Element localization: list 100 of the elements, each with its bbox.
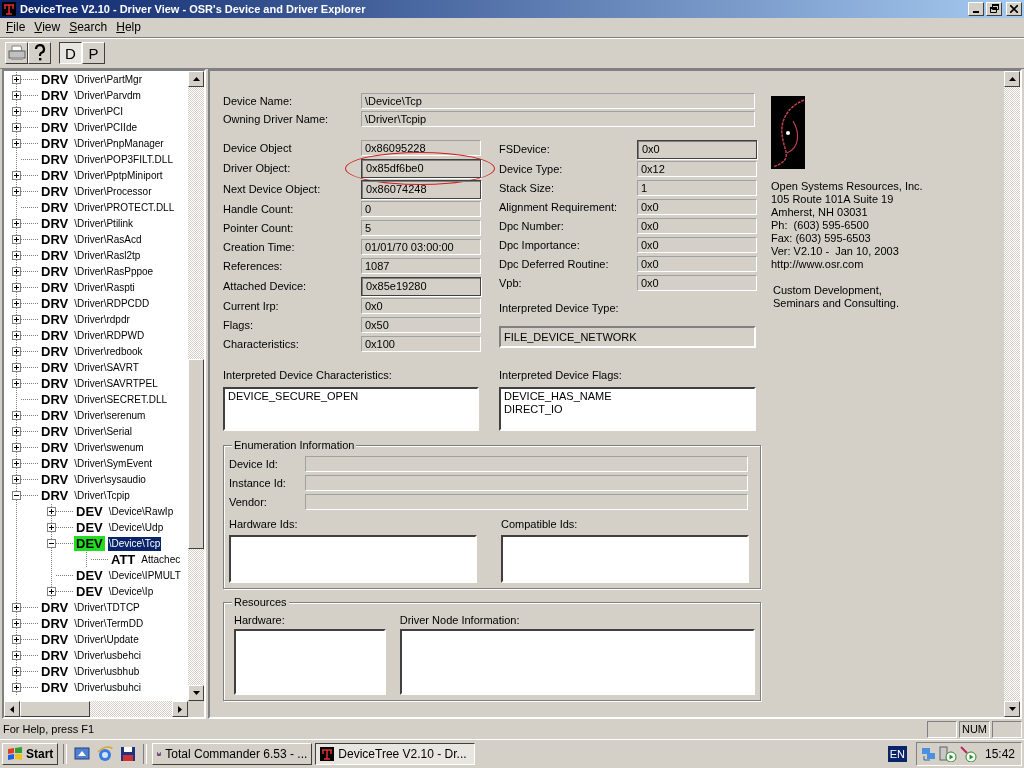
expand-icon[interactable]: [12, 219, 21, 229]
view-toggle-button[interactable]: D: [59, 42, 82, 65]
tree-item[interactable]: \Device\Tcp: [107, 536, 162, 551]
expand-icon[interactable]: [12, 443, 21, 453]
tree-item[interactable]: \Driver\Ptilink: [73, 216, 135, 231]
tree-item[interactable]: \Driver\serenum: [73, 408, 147, 423]
expand-icon[interactable]: [12, 475, 21, 485]
tree-item[interactable]: \Driver\PCI: [73, 104, 125, 119]
list-box[interactable]: [234, 628, 386, 695]
tree-item[interactable]: \Driver\RasPppoe: [73, 264, 155, 279]
expand-icon[interactable]: [12, 379, 21, 389]
tree-item[interactable]: \Driver\PptpMiniport: [73, 168, 164, 183]
expand-icon[interactable]: [12, 459, 21, 469]
scroll-thumb[interactable]: [188, 358, 204, 549]
tree-item[interactable]: \Driver\rdpdr: [73, 312, 131, 327]
expand-icon[interactable]: [12, 347, 21, 357]
expand-icon[interactable]: [12, 411, 21, 421]
tree-item[interactable]: \Driver\Serial: [73, 424, 133, 439]
tree-item[interactable]: \Device\Ip: [107, 584, 155, 599]
tree-item[interactable]: \Device\RawIp: [107, 504, 175, 519]
menu-item[interactable]: View: [30, 20, 66, 35]
tree-item[interactable]: \Device\Udp: [107, 520, 165, 535]
expand-icon[interactable]: [12, 251, 21, 261]
tree-item[interactable]: \Driver\TDTCP: [73, 600, 141, 615]
scroll-up-button[interactable]: [188, 70, 204, 87]
tree-item[interactable]: \Driver\PCIIde: [73, 120, 138, 135]
minimize-button[interactable]: [968, 2, 984, 16]
scroll-down-button[interactable]: [1004, 701, 1020, 718]
list-box[interactable]: DEVICE_SECURE_OPEN: [223, 386, 479, 431]
tree-item[interactable]: \Driver\Update: [73, 632, 140, 647]
start-button[interactable]: Start: [2, 743, 59, 765]
tree-item[interactable]: \Driver\PnpManager: [73, 136, 165, 151]
expand-icon[interactable]: [12, 331, 21, 341]
menu-item[interactable]: File: [2, 20, 31, 35]
tree-item[interactable]: \Driver\RDPCDD: [73, 296, 151, 311]
expand-icon[interactable]: [12, 139, 21, 149]
expand-icon[interactable]: [12, 651, 21, 661]
browser-icon[interactable]: [97, 746, 114, 762]
menu-item[interactable]: Help: [112, 20, 146, 35]
scroll-up-button[interactable]: [1004, 70, 1020, 87]
expand-icon[interactable]: [12, 315, 21, 325]
collapse-icon[interactable]: [12, 491, 21, 501]
expand-icon[interactable]: [12, 635, 21, 645]
restore-button[interactable]: [986, 2, 1002, 16]
taskbar-button[interactable]: DeviceTree V2.10 - Dr...: [315, 743, 476, 765]
close-button[interactable]: [1006, 2, 1022, 16]
expand-icon[interactable]: [12, 363, 21, 373]
help-button[interactable]: [28, 42, 51, 65]
expand-icon[interactable]: [47, 523, 56, 533]
view-toggle-button[interactable]: P: [82, 42, 105, 65]
tree-item[interactable]: \Driver\usbuhci: [73, 680, 142, 695]
tree-item[interactable]: Attachec: [140, 552, 182, 567]
expand-icon[interactable]: [12, 267, 21, 277]
expand-icon[interactable]: [12, 75, 21, 85]
scroll-thumb[interactable]: [20, 701, 90, 718]
tree-item[interactable]: \Driver\swenum: [73, 440, 145, 455]
expand-icon[interactable]: [12, 235, 21, 245]
tree-item[interactable]: \Driver\Processor: [73, 184, 153, 199]
tree-item[interactable]: \Driver\Parvdm: [73, 88, 142, 103]
expand-icon[interactable]: [47, 587, 56, 597]
print-button[interactable]: [5, 42, 28, 65]
expand-icon[interactable]: [12, 123, 21, 133]
tree-item[interactable]: \Driver\PartMgr: [73, 72, 143, 87]
desktop-icon[interactable]: [74, 746, 91, 762]
scroll-down-button[interactable]: [188, 685, 204, 702]
tree-item[interactable]: \Driver\PROTECT.DLL: [73, 200, 176, 215]
expand-icon[interactable]: [12, 299, 21, 309]
scrollbar[interactable]: [1004, 70, 1020, 718]
list-box[interactable]: [399, 628, 755, 695]
tree-item[interactable]: \Driver\SECRET.DLL: [73, 392, 169, 407]
tree-item[interactable]: \Driver\Tcpip: [73, 488, 131, 503]
service-icon[interactable]: [958, 746, 977, 762]
tree-item[interactable]: \Driver\usbhub: [73, 664, 141, 679]
service-icon[interactable]: [938, 746, 957, 762]
tree-item[interactable]: \Driver\Rasl2tp: [73, 248, 142, 263]
scroll-right-button[interactable]: [172, 701, 188, 718]
tree-item[interactable]: \Driver\sysaudio: [73, 472, 147, 487]
tree-item[interactable]: \Driver\POP3FILT.DLL: [73, 152, 174, 167]
tree-item[interactable]: \Driver\Raspti: [73, 280, 136, 295]
tree-item[interactable]: \Driver\RasAcd: [73, 232, 143, 247]
tree-item[interactable]: \Driver\SymEvent: [73, 456, 153, 471]
list-box[interactable]: [229, 534, 477, 583]
horizontal-scrollbar[interactable]: [4, 701, 204, 718]
tree-item[interactable]: \Driver\SAVRTPEL: [73, 376, 159, 391]
expand-icon[interactable]: [12, 603, 21, 613]
tree-item[interactable]: \Device\IPMULT: [107, 568, 182, 583]
expand-icon[interactable]: [47, 507, 56, 517]
list-box[interactable]: DEVICE_HAS_NAME DIRECT_IO: [499, 386, 756, 431]
expand-icon[interactable]: [12, 619, 21, 629]
tree-item[interactable]: \Driver\SAVRT: [73, 360, 140, 375]
list-box[interactable]: [501, 534, 749, 583]
expand-icon[interactable]: [12, 171, 21, 181]
taskbar-button[interactable]: Total Commander 6.53 - ...: [152, 743, 313, 765]
tree-item[interactable]: \Driver\usbehci: [73, 648, 142, 663]
tree-item[interactable]: \Driver\redbook: [73, 344, 144, 359]
language-indicator[interactable]: EN: [887, 746, 907, 762]
scroll-left-button[interactable]: [4, 701, 20, 718]
tree-item[interactable]: \Driver\RDPWD: [73, 328, 146, 343]
tree-item[interactable]: \Driver\TermDD: [73, 616, 145, 631]
expand-icon[interactable]: [12, 427, 21, 437]
